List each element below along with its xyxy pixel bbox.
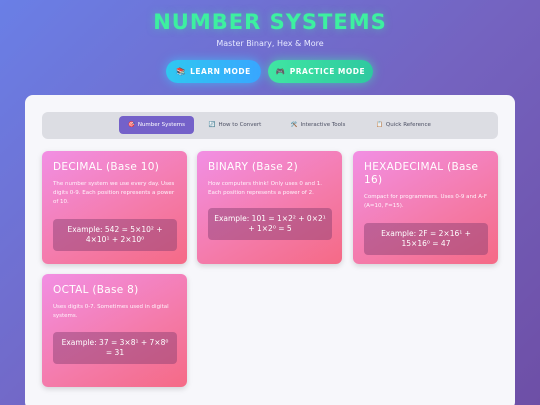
card-title: BINARY (Base 2)	[208, 161, 298, 173]
tab-label: How to Convert	[218, 122, 262, 128]
practice-mode-label: PRACTICE MODE	[289, 67, 366, 76]
tab-label: Interactive Tools	[300, 122, 346, 128]
tab-label: Number Systems	[137, 122, 186, 128]
books-icon: 📚	[176, 67, 187, 76]
page-title: NUMBER SYSTEMS	[153, 10, 387, 34]
learn-mode-label: LEARN MODE	[190, 67, 251, 76]
card-title: HEXADECIMAL (Base 16)	[364, 161, 479, 186]
tab-label: Quick Reference	[385, 122, 431, 128]
card-title: DECIMAL (Base 10)	[53, 161, 160, 173]
convert-icon: 🔄	[208, 122, 216, 128]
card-title: OCTAL (Base 8)	[53, 284, 139, 296]
tab-quick-reference[interactable]: 📋 Quick Reference	[366, 116, 441, 134]
tab-bar: 🎯 Number Systems 🔄 How to Convert 🛠️ Int…	[42, 112, 498, 139]
card-description: Uses digits 0-7. Sometimes used in digit…	[53, 304, 169, 319]
learn-mode-button[interactable]: 📚 LEARN MODE	[166, 60, 261, 83]
card-description: How computers think! Only uses 0 and 1. …	[208, 181, 322, 196]
target-icon: 🎯	[127, 122, 135, 128]
tools-icon: 🛠️	[290, 122, 298, 128]
page-subtitle: Master Binary, Hex & More	[216, 39, 324, 48]
tab-how-to-convert[interactable]: 🔄 How to Convert	[200, 116, 270, 134]
card-hexadecimal: HEXADECIMAL (Base 16) Compact for progra…	[353, 151, 498, 264]
card-example: Example: 37 = 3×8¹ + 7×8⁰ = 31	[53, 332, 177, 364]
card-description: The number system we use every day. Uses…	[53, 181, 175, 205]
card-description: Compact for programmers. Uses 0-9 and A-…	[364, 194, 488, 209]
card-decimal: DECIMAL (Base 10) The number system we u…	[42, 151, 187, 264]
practice-mode-button[interactable]: 🎮 PRACTICE MODE	[268, 60, 373, 83]
gamepad-icon: 🎮	[275, 67, 286, 76]
card-example: Example: 101 = 1×2² + 0×2¹ + 1×2⁰ = 5	[208, 208, 332, 240]
content-panel: 🎯 Number Systems 🔄 How to Convert 🛠️ Int…	[25, 95, 515, 405]
clipboard-icon: 📋	[376, 122, 383, 128]
card-octal: OCTAL (Base 8) Uses digits 0-7. Sometime…	[42, 274, 187, 387]
card-binary: BINARY (Base 2) How computers think! Onl…	[197, 151, 342, 264]
card-example: Example: 542 = 5×10² + 4×10¹ + 2×10⁰	[53, 219, 177, 251]
card-example: Example: 2F = 2×16¹ + 15×16⁰ = 47	[364, 223, 488, 255]
tab-number-systems[interactable]: 🎯 Number Systems	[119, 116, 194, 134]
tab-interactive-tools[interactable]: 🛠️ Interactive Tools	[278, 116, 358, 134]
